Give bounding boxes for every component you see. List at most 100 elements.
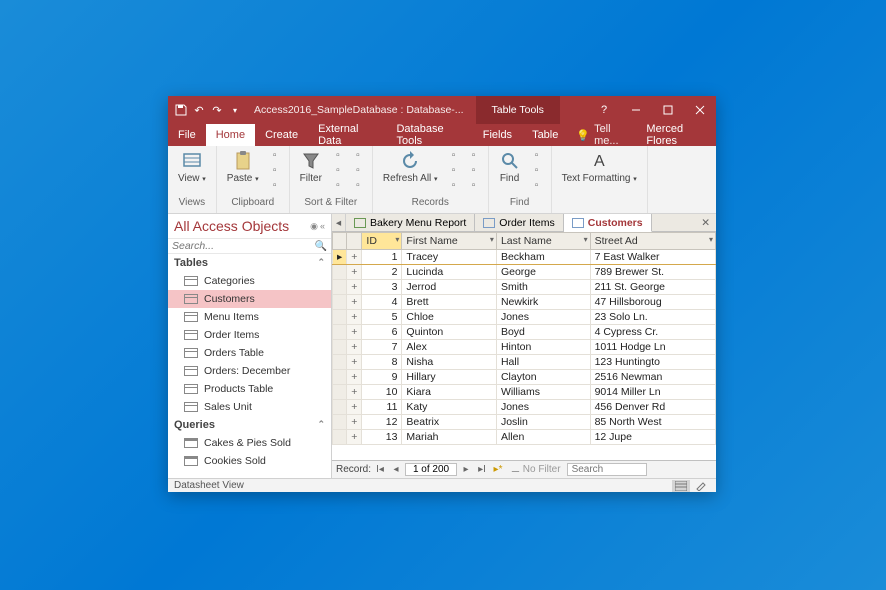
cell-last-name[interactable]: Clayton (496, 370, 590, 385)
nav-item-orders-table[interactable]: Orders Table (168, 344, 331, 362)
prev-record-button[interactable]: ◂ (389, 464, 403, 475)
expand-row-icon[interactable]: + (347, 370, 362, 385)
column-header-street-ad[interactable]: Street Ad▾ (590, 233, 715, 250)
asc-button[interactable]: ▫ (330, 148, 346, 162)
paste-button[interactable]: Paste ▾ (223, 148, 263, 186)
cell-first-name[interactable]: Quinton (402, 325, 497, 340)
table-row[interactable]: +3JerrodSmith211 St. George (333, 280, 716, 295)
table-row[interactable]: +2LucindaGeorge789 Brewer St. (333, 265, 716, 280)
nav-section-queries[interactable]: Queries⌃ (168, 416, 331, 434)
replace-button[interactable]: ▫ (529, 148, 545, 162)
row-selector[interactable] (333, 280, 347, 295)
tog-button[interactable]: ▫ (350, 178, 366, 192)
row-selector[interactable] (333, 430, 347, 445)
nav-item-categories[interactable]: Categories (168, 272, 331, 290)
expand-row-icon[interactable]: + (347, 280, 362, 295)
nav-item-cookies-sold[interactable]: Cookies Sold (168, 452, 331, 470)
cell-id[interactable]: 4 (362, 295, 402, 310)
user-name[interactable]: Merced Flores (638, 124, 716, 146)
customize-qat-icon[interactable]: ▾ (228, 103, 242, 117)
first-record-button[interactable]: I◂ (373, 464, 387, 475)
cell-id[interactable]: 3 (362, 280, 402, 295)
cell-street[interactable]: 789 Brewer St. (590, 265, 715, 280)
tab-table[interactable]: Table (522, 124, 568, 146)
cell-street[interactable]: 456 Denver Rd (590, 400, 715, 415)
desc-button[interactable]: ▫ (330, 163, 346, 177)
column-header-id[interactable]: ID▾ (362, 233, 402, 250)
column-dropdown-icon[interactable]: ▾ (709, 235, 713, 244)
table-row[interactable]: +5ChloeJones23 Solo Ln. (333, 310, 716, 325)
find-button[interactable]: Find (495, 148, 525, 186)
row-selector[interactable]: ▸ (333, 250, 347, 265)
nav-item-orders-december[interactable]: Orders: December (168, 362, 331, 380)
expand-row-icon[interactable]: + (347, 325, 362, 340)
nav-pane-header[interactable]: All Access Objects ◉ « (168, 214, 331, 239)
last-record-button[interactable]: ▸I (475, 464, 489, 475)
cell-street[interactable]: 123 Huntingto (590, 355, 715, 370)
minimize-button[interactable] (620, 96, 652, 124)
cell-last-name[interactable]: Allen (496, 430, 590, 445)
goto-button[interactable]: ▫ (529, 163, 545, 177)
cell-first-name[interactable]: Kiara (402, 385, 497, 400)
expand-row-icon[interactable]: + (347, 415, 362, 430)
cell-last-name[interactable]: Jones (496, 400, 590, 415)
expand-row-icon[interactable]: + (347, 250, 362, 265)
cell-street[interactable]: 85 North West (590, 415, 715, 430)
nav-section-tables[interactable]: Tables⌃ (168, 254, 331, 272)
cell-id[interactable]: 1 (362, 250, 402, 265)
nav-collapse-icon[interactable]: « (320, 221, 325, 231)
save-icon[interactable] (174, 103, 188, 117)
record-position-input[interactable] (405, 463, 457, 476)
table-row[interactable]: +6QuintonBoyd4 Cypress Cr. (333, 325, 716, 340)
cell-first-name[interactable]: Nisha (402, 355, 497, 370)
cell-id[interactable]: 11 (362, 400, 402, 415)
nav-search[interactable]: 🔍 (168, 239, 331, 254)
cell-first-name[interactable]: Chloe (402, 310, 497, 325)
datasheet-grid[interactable]: ID▾First Name▾Last Name▾Street Ad▾▸+1Tra… (332, 232, 716, 460)
cell-first-name[interactable]: Katy (402, 400, 497, 415)
delete-button[interactable]: ▫ (446, 178, 462, 192)
row-selector[interactable] (333, 265, 347, 280)
help-icon[interactable]: ? (588, 96, 620, 124)
column-dropdown-icon[interactable]: ▾ (395, 235, 399, 244)
datasheet-view-button[interactable] (672, 480, 690, 492)
text-formatting-button[interactable]: AText Formatting ▾ (558, 148, 641, 186)
cell-last-name[interactable]: Hall (496, 355, 590, 370)
doc-tab-order-items[interactable]: Order Items (475, 214, 563, 231)
table-row[interactable]: +9HillaryClayton2516 Newman (333, 370, 716, 385)
redo-icon[interactable]: ↷ (210, 103, 224, 117)
cell-first-name[interactable]: Alex (402, 340, 497, 355)
table-row[interactable]: +13MariahAllen12 Jupe (333, 430, 716, 445)
column-dropdown-icon[interactable]: ▾ (584, 235, 588, 244)
cell-id[interactable]: 12 (362, 415, 402, 430)
new-record-button[interactable]: ▸* (491, 464, 505, 475)
cell-id[interactable]: 2 (362, 265, 402, 280)
cell-id[interactable]: 8 (362, 355, 402, 370)
close-tab-icon[interactable]: ✕ (695, 214, 716, 231)
cell-street[interactable]: 2516 Newman (590, 370, 715, 385)
cell-last-name[interactable]: Joslin (496, 415, 590, 430)
cell-id[interactable]: 9 (362, 370, 402, 385)
tab-create[interactable]: Create (255, 124, 308, 146)
close-button[interactable] (684, 96, 716, 124)
record-search-input[interactable] (567, 463, 647, 476)
tell-me[interactable]: 💡Tell me... (568, 124, 638, 146)
cell-id[interactable]: 10 (362, 385, 402, 400)
cell-last-name[interactable]: Newkirk (496, 295, 590, 310)
nav-item-customers[interactable]: Customers (168, 290, 331, 308)
tab-external-data[interactable]: External Data (308, 124, 386, 146)
cell-street[interactable]: 1011 Hodge Ln (590, 340, 715, 355)
cell-last-name[interactable]: George (496, 265, 590, 280)
undo-icon[interactable]: ↶ (192, 103, 206, 117)
cell-street[interactable]: 9014 Miller Ln (590, 385, 715, 400)
cell-first-name[interactable]: Jerrod (402, 280, 497, 295)
column-header-first-name[interactable]: First Name▾ (402, 233, 497, 250)
column-dropdown-icon[interactable]: ▾ (490, 235, 494, 244)
row-selector[interactable] (333, 415, 347, 430)
adv-button[interactable]: ▫ (350, 163, 366, 177)
row-selector[interactable] (333, 385, 347, 400)
table-row[interactable]: +7AlexHinton1011 Hodge Ln (333, 340, 716, 355)
clear-button[interactable]: ▫ (330, 178, 346, 192)
table-row[interactable]: +11KatyJones456 Denver Rd (333, 400, 716, 415)
tab-scroll-left-icon[interactable]: ◂ (332, 214, 346, 231)
